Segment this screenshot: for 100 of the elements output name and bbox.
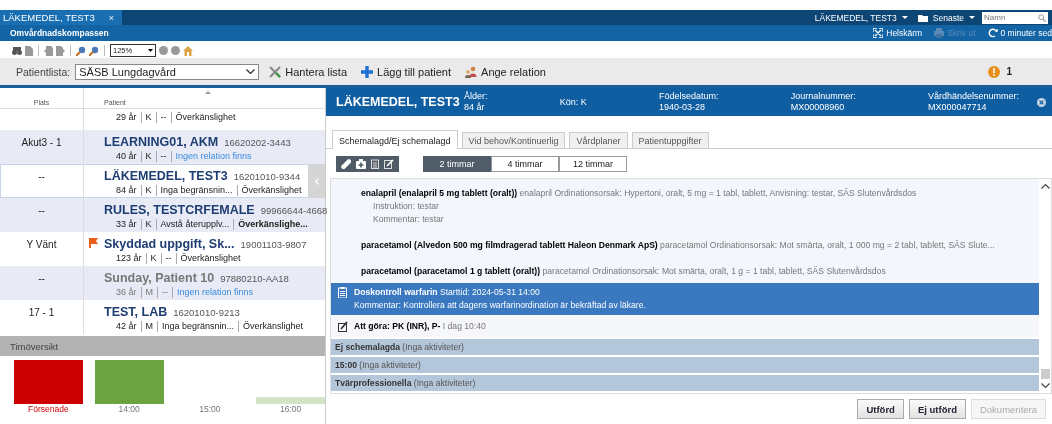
patient-list-label: Patientlista: bbox=[16, 65, 71, 78]
patient-tab[interactable]: LÄKEMEDEL, TEST3 × bbox=[0, 10, 122, 25]
patient-list-select[interactable]: SÄSB Lungdagvård bbox=[75, 63, 260, 80]
search-field[interactable]: Namn bbox=[982, 11, 1048, 24]
medication-entry[interactable]: paracetamol (paracetamol 1 g tablett (oralt)) paracetamol Ordinationsorsak: Mot smärta, oralt, 1 g = 1 tabl, tablett, SÄS Slutenvårdsdos bbox=[331, 257, 1039, 283]
entry-text: paracetamol (paracetamol 1 g tablett (oralt)) paracetamol Ordinationsorsak: Mot smärta, oralt, 1 g = 1 tabl, tablett, SÄS Slutenvårdsdos bbox=[361, 266, 886, 276]
axis-label: 16:00 bbox=[279, 404, 303, 414]
plus-icon bbox=[361, 65, 374, 78]
circle-icon[interactable] bbox=[171, 46, 180, 55]
field-label: Födelsedatum: bbox=[658, 91, 719, 102]
recent-menu[interactable]: Senaste bbox=[914, 12, 978, 23]
chevron-left-icon bbox=[314, 177, 319, 185]
tools-icon bbox=[269, 65, 282, 78]
medication-entry[interactable]: enalapril (enalapril 5 mg tablett (oralt)) enalapril Ordinationsorsak: Hypertoni, oralt, 5 mg = 1 tabl, tablett, Anvisning: testar, SÄS Slutenvårdsdos Instruktion: testar Kommentar: testar bbox=[331, 179, 1039, 231]
group-header[interactable]: Ej schemalagda (Inga aktiviteter) bbox=[331, 339, 1039, 355]
field-value: 1940-03-28 bbox=[658, 102, 705, 113]
patient-info: Inga begränsnin... bbox=[155, 185, 237, 196]
sync-status[interactable]: 0 minuter sed bbox=[987, 28, 1052, 38]
time-range-button[interactable]: 12 timmar bbox=[559, 155, 627, 172]
tab[interactable]: Patientuppgifter bbox=[631, 132, 709, 148]
patient-row[interactable]: -- Sunday, Patient 10 97880210-AA18 36 år M -- Ingen relation finns bbox=[0, 266, 325, 300]
binoculars-icon[interactable] bbox=[12, 46, 22, 55]
pill-icon[interactable] bbox=[341, 158, 351, 169]
personal-number: 16201010-9213 bbox=[173, 307, 240, 318]
page-back-icon[interactable] bbox=[44, 45, 53, 56]
tab[interactable]: Vårdplaner bbox=[569, 132, 628, 148]
patient-info: K bbox=[140, 151, 156, 162]
patient-name: RULES, TESTCRFEMALE bbox=[104, 203, 255, 217]
place-text: Y Vänt bbox=[26, 239, 57, 250]
close-icon[interactable] bbox=[1037, 97, 1046, 107]
patient-info: Överkänslighet bbox=[236, 185, 306, 196]
patient-row[interactable]: -- RULES, TESTCRFEMALE 99966644-4668 33 år K Avstå återupplv... Överkänslighe... bbox=[0, 198, 325, 232]
fullscreen-button[interactable]: Helskärm bbox=[873, 28, 923, 38]
edit-icon[interactable] bbox=[384, 158, 394, 169]
circle-icon[interactable] bbox=[159, 46, 168, 55]
scroll-up-icon[interactable] bbox=[1040, 183, 1050, 189]
group-header[interactable]: 15:00 (Inga aktiviteter) bbox=[331, 357, 1039, 373]
tab[interactable]: Vid behov/Kontinuerlig bbox=[461, 132, 566, 148]
entry-note: Kommentar: Kontrollera att dagens warfarinordination är bekräftad av läkare. bbox=[354, 300, 646, 310]
patient-info: Avstå återupplv... bbox=[155, 219, 234, 230]
patient-name: LEARNING01, AKM bbox=[104, 135, 219, 149]
axis-label: 15:00 bbox=[198, 404, 222, 414]
tab[interactable]: Schemalagd/Ej schemalagd bbox=[332, 130, 458, 149]
refresh-icon bbox=[987, 28, 998, 38]
zoom-in-icon[interactable] bbox=[89, 45, 99, 56]
place-text: -- bbox=[38, 205, 45, 216]
set-relation-button[interactable]: Ange relation bbox=[465, 65, 546, 78]
patient-info: M bbox=[140, 287, 157, 298]
axis-label: Försenade bbox=[27, 404, 70, 414]
entry-text: 15:00 (Inga aktiviteter) bbox=[335, 360, 421, 370]
field-value: 84 år bbox=[464, 102, 485, 113]
field-label: Vårdhändelsenummer: bbox=[927, 91, 1019, 102]
action-button[interactable]: Ej utförd bbox=[908, 399, 966, 419]
field-value: MX00008960 bbox=[790, 102, 845, 113]
close-tab-button[interactable]: × bbox=[108, 12, 114, 23]
patient-info: 33 år bbox=[116, 219, 138, 230]
edit-icon bbox=[338, 321, 348, 332]
add-patient-button[interactable]: Lägg till patient bbox=[361, 65, 452, 78]
app-title: Omvårdnadskompassen bbox=[10, 28, 109, 38]
patient-info: K bbox=[140, 219, 156, 230]
patient-info: 40 år bbox=[116, 151, 138, 162]
scrollbar-thumb[interactable] bbox=[1040, 369, 1050, 379]
patient-info: Överkänslighet bbox=[175, 253, 245, 264]
action-label: 0 minuter sed bbox=[1000, 28, 1052, 38]
clipboard-icon[interactable] bbox=[371, 158, 379, 169]
patient-info: -- bbox=[155, 112, 171, 123]
zoom-out-icon[interactable] bbox=[76, 45, 86, 56]
search-input[interactable]: Namn bbox=[984, 13, 1032, 22]
people-icon bbox=[465, 65, 478, 78]
entry-text: enalapril (enalapril 5 mg tablett (oralt)) enalapril Ordinationsorsak: Hypertoni, oralt, 5 mg = 1 tabl, tablett, Anvisning: testar, SÄS Slutenvårdsdos bbox=[361, 188, 917, 198]
scroll-down-icon[interactable] bbox=[1040, 383, 1050, 389]
printer-icon bbox=[934, 28, 945, 38]
task-entry[interactable]: Doskontroll warfarin Starttid: 2024-05-31 14:00 Kommentar: Kontrollera att dagens warfarinordination är bekräftad av läkare. bbox=[331, 283, 1039, 315]
entry-text: Ej schemalagda (Inga aktiviteter) bbox=[335, 342, 464, 352]
patient-row[interactable]: Akut3 - 1 LEARNING01, AKM 16620202-3443 40 år K -- Ingen relation finns bbox=[0, 130, 325, 164]
time-range-button[interactable]: 2 timmar bbox=[423, 155, 491, 172]
personal-number: 16201010-9344 bbox=[233, 171, 301, 182]
group-header[interactable]: Tvärprofessionella (Inga aktiviteter) bbox=[331, 375, 1039, 391]
manage-list-button[interactable]: Hantera lista bbox=[269, 65, 348, 78]
collapse-handle[interactable] bbox=[308, 164, 325, 198]
fullscreen-icon bbox=[873, 28, 884, 38]
medkit-icon[interactable] bbox=[356, 158, 366, 169]
user-menu[interactable]: LÄKEMEDEL, TEST3 bbox=[811, 12, 911, 23]
patient-info: 36 år bbox=[116, 287, 138, 298]
time-range-button[interactable]: 4 timmar bbox=[491, 155, 559, 172]
personal-number: 19001103-9807 bbox=[240, 239, 307, 250]
patient-info: 84 år bbox=[116, 185, 138, 196]
personal-number: 99966644-4668 bbox=[260, 205, 328, 216]
patient-info: Inga begränsnin... bbox=[157, 321, 239, 332]
medication-entry[interactable]: paracetamol (Alvedon 500 mg filmdragerad tablett Haleon Denmark ApS) paracetamol Ordinationsorsak: Mot smärta, oralt, 1 000 mg = 2 tabl, tablett, SÄS Slute... bbox=[331, 231, 1039, 257]
patient-row[interactable]: -- LÄKEMEDEL, TEST3 16201010-9344 84 år K Inga begränsnin... Överkänslighet bbox=[0, 164, 325, 198]
folder-icon bbox=[917, 13, 928, 22]
button-label: Lägg till patient bbox=[377, 65, 452, 78]
action-button[interactable]: Utförd bbox=[857, 399, 904, 419]
entry-text: Att göra: PK (INR), P- I dag 10:40 bbox=[354, 321, 486, 331]
search-icon bbox=[1038, 13, 1046, 22]
patient-info: K bbox=[145, 253, 161, 264]
clipboard-icon bbox=[338, 287, 348, 298]
todo-entry[interactable]: Att göra: PK (INR), P- I dag 10:40 bbox=[331, 315, 1039, 337]
page-forward-icon[interactable] bbox=[56, 45, 65, 56]
